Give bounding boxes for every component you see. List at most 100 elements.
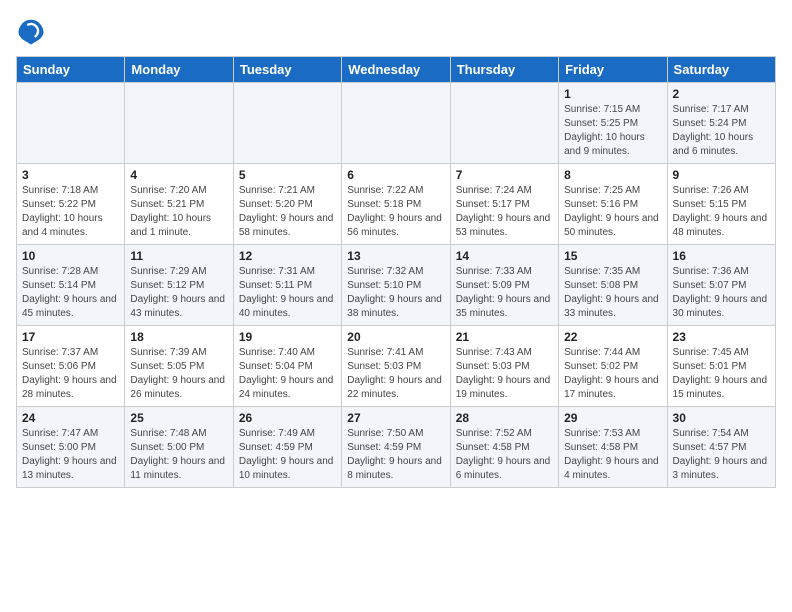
column-header-monday: Monday	[125, 57, 233, 83]
day-number: 1	[564, 87, 661, 101]
calendar-body: 1 Sunrise: 7:15 AM Sunset: 5:25 PM Daylig…	[17, 83, 776, 488]
column-header-tuesday: Tuesday	[233, 57, 341, 83]
calendar-cell	[233, 83, 341, 164]
day-number: 3	[22, 168, 119, 182]
day-info: Sunrise: 7:24 AM Sunset: 5:17 PM Dayligh…	[456, 184, 553, 240]
calendar-cell: 15 Sunrise: 7:35 AM Sunset: 5:08 PM Dayli…	[559, 245, 667, 326]
day-info: Sunrise: 7:47 AM Sunset: 5:00 PM Dayligh…	[22, 427, 119, 483]
day-info: Sunrise: 7:39 AM Sunset: 5:05 PM Dayligh…	[130, 346, 227, 402]
day-number: 21	[456, 330, 553, 344]
calendar-cell	[450, 83, 558, 164]
calendar-cell	[342, 83, 450, 164]
day-info: Sunrise: 7:28 AM Sunset: 5:14 PM Dayligh…	[22, 265, 119, 321]
calendar-cell: 1 Sunrise: 7:15 AM Sunset: 5:25 PM Daylig…	[559, 83, 667, 164]
day-number: 20	[347, 330, 444, 344]
logo	[16, 16, 50, 46]
week-row-4: 17 Sunrise: 7:37 AM Sunset: 5:06 PM Dayli…	[17, 326, 776, 407]
column-header-saturday: Saturday	[667, 57, 775, 83]
day-info: Sunrise: 7:45 AM Sunset: 5:01 PM Dayligh…	[673, 346, 770, 402]
calendar-cell: 10 Sunrise: 7:28 AM Sunset: 5:14 PM Dayli…	[17, 245, 125, 326]
day-number: 2	[673, 87, 770, 101]
day-info: Sunrise: 7:53 AM Sunset: 4:58 PM Dayligh…	[564, 427, 661, 483]
day-info: Sunrise: 7:15 AM Sunset: 5:25 PM Dayligh…	[564, 103, 661, 159]
day-info: Sunrise: 7:35 AM Sunset: 5:08 PM Dayligh…	[564, 265, 661, 321]
calendar-cell: 29 Sunrise: 7:53 AM Sunset: 4:58 PM Dayli…	[559, 407, 667, 488]
day-number: 9	[673, 168, 770, 182]
calendar-cell: 8 Sunrise: 7:25 AM Sunset: 5:16 PM Daylig…	[559, 164, 667, 245]
day-info: Sunrise: 7:43 AM Sunset: 5:03 PM Dayligh…	[456, 346, 553, 402]
day-number: 22	[564, 330, 661, 344]
column-header-wednesday: Wednesday	[342, 57, 450, 83]
day-number: 8	[564, 168, 661, 182]
day-number: 30	[673, 411, 770, 425]
day-number: 23	[673, 330, 770, 344]
day-number: 24	[22, 411, 119, 425]
calendar-cell: 11 Sunrise: 7:29 AM Sunset: 5:12 PM Dayli…	[125, 245, 233, 326]
header	[16, 16, 776, 46]
week-row-3: 10 Sunrise: 7:28 AM Sunset: 5:14 PM Dayli…	[17, 245, 776, 326]
day-info: Sunrise: 7:31 AM Sunset: 5:11 PM Dayligh…	[239, 265, 336, 321]
calendar-cell: 7 Sunrise: 7:24 AM Sunset: 5:17 PM Daylig…	[450, 164, 558, 245]
day-number: 6	[347, 168, 444, 182]
calendar-cell: 17 Sunrise: 7:37 AM Sunset: 5:06 PM Dayli…	[17, 326, 125, 407]
day-info: Sunrise: 7:25 AM Sunset: 5:16 PM Dayligh…	[564, 184, 661, 240]
day-number: 27	[347, 411, 444, 425]
day-info: Sunrise: 7:41 AM Sunset: 5:03 PM Dayligh…	[347, 346, 444, 402]
day-number: 29	[564, 411, 661, 425]
calendar-cell: 13Sunrise: 7:32 AM Sunset: 5:10 PM Dayli…	[342, 245, 450, 326]
day-info: Sunrise: 7:48 AM Sunset: 5:00 PM Dayligh…	[130, 427, 227, 483]
day-number: 4	[130, 168, 227, 182]
calendar-cell	[17, 83, 125, 164]
day-info: Sunrise: 7:54 AM Sunset: 4:57 PM Dayligh…	[673, 427, 770, 483]
day-number: 25	[130, 411, 227, 425]
day-info: Sunrise: 7:17 AM Sunset: 5:24 PM Dayligh…	[673, 103, 770, 159]
day-info: Sunrise: 7:40 AM Sunset: 5:04 PM Dayligh…	[239, 346, 336, 402]
day-info: Sunrise: 7:44 AM Sunset: 5:02 PM Dayligh…	[564, 346, 661, 402]
calendar-cell: 14Sunrise: 7:33 AM Sunset: 5:09 PM Dayli…	[450, 245, 558, 326]
calendar-cell: 30 Sunrise: 7:54 AM Sunset: 4:57 PM Dayli…	[667, 407, 775, 488]
day-number: 26	[239, 411, 336, 425]
day-number: 12	[239, 249, 336, 263]
day-info: Sunrise: 7:20 AM Sunset: 5:21 PM Dayligh…	[130, 184, 227, 240]
column-header-sunday: Sunday	[17, 57, 125, 83]
day-number: 16	[673, 249, 770, 263]
day-info: Sunrise: 7:37 AM Sunset: 5:06 PM Dayligh…	[22, 346, 119, 402]
day-info: Sunrise: 7:32 AM Sunset: 5:10 PM Dayligh…	[347, 265, 444, 321]
day-info: Sunrise: 7:29 AM Sunset: 5:12 PM Dayligh…	[130, 265, 227, 321]
week-row-2: 3Sunrise: 7:18 AM Sunset: 5:22 PM Daylig…	[17, 164, 776, 245]
calendar-cell: 21 Sunrise: 7:43 AM Sunset: 5:03 PM Dayli…	[450, 326, 558, 407]
day-number: 7	[456, 168, 553, 182]
week-row-5: 24 Sunrise: 7:47 AM Sunset: 5:00 PM Dayli…	[17, 407, 776, 488]
calendar-cell: 28 Sunrise: 7:52 AM Sunset: 4:58 PM Dayli…	[450, 407, 558, 488]
calendar-cell: 18 Sunrise: 7:39 AM Sunset: 5:05 PM Dayli…	[125, 326, 233, 407]
calendar-cell	[125, 83, 233, 164]
day-info: Sunrise: 7:21 AM Sunset: 5:20 PM Dayligh…	[239, 184, 336, 240]
calendar-cell: 22 Sunrise: 7:44 AM Sunset: 5:02 PM Dayli…	[559, 326, 667, 407]
calendar-cell: 26Sunrise: 7:49 AM Sunset: 4:59 PM Dayli…	[233, 407, 341, 488]
calendar-cell: 6Sunrise: 7:22 AM Sunset: 5:18 PM Daylig…	[342, 164, 450, 245]
calendar-cell: 23 Sunrise: 7:45 AM Sunset: 5:01 PM Dayli…	[667, 326, 775, 407]
day-number: 19	[239, 330, 336, 344]
calendar-cell: 5Sunrise: 7:21 AM Sunset: 5:20 PM Daylig…	[233, 164, 341, 245]
day-number: 15	[564, 249, 661, 263]
calendar-table: SundayMondayTuesdayWednesdayThursdayFrid…	[16, 56, 776, 488]
calendar-cell: 24 Sunrise: 7:47 AM Sunset: 5:00 PM Dayli…	[17, 407, 125, 488]
calendar-cell: 12 Sunrise: 7:31 AM Sunset: 5:11 PM Dayli…	[233, 245, 341, 326]
calendar-cell: 4 Sunrise: 7:20 AM Sunset: 5:21 PM Daylig…	[125, 164, 233, 245]
day-info: Sunrise: 7:36 AM Sunset: 5:07 PM Dayligh…	[673, 265, 770, 321]
column-header-friday: Friday	[559, 57, 667, 83]
calendar-cell: 20 Sunrise: 7:41 AM Sunset: 5:03 PM Dayli…	[342, 326, 450, 407]
day-number: 28	[456, 411, 553, 425]
day-info: Sunrise: 7:33 AM Sunset: 5:09 PM Dayligh…	[456, 265, 553, 321]
day-number: 17	[22, 330, 119, 344]
calendar-cell: 27Sunrise: 7:50 AM Sunset: 4:59 PM Dayli…	[342, 407, 450, 488]
calendar-cell: 2 Sunrise: 7:17 AM Sunset: 5:24 PM Daylig…	[667, 83, 775, 164]
header-row: SundayMondayTuesdayWednesdayThursdayFrid…	[17, 57, 776, 83]
day-number: 18	[130, 330, 227, 344]
calendar-cell: 19 Sunrise: 7:40 AM Sunset: 5:04 PM Dayli…	[233, 326, 341, 407]
day-number: 10	[22, 249, 119, 263]
day-info: Sunrise: 7:26 AM Sunset: 5:15 PM Dayligh…	[673, 184, 770, 240]
column-header-thursday: Thursday	[450, 57, 558, 83]
day-number: 11	[130, 249, 227, 263]
day-info: Sunrise: 7:52 AM Sunset: 4:58 PM Dayligh…	[456, 427, 553, 483]
